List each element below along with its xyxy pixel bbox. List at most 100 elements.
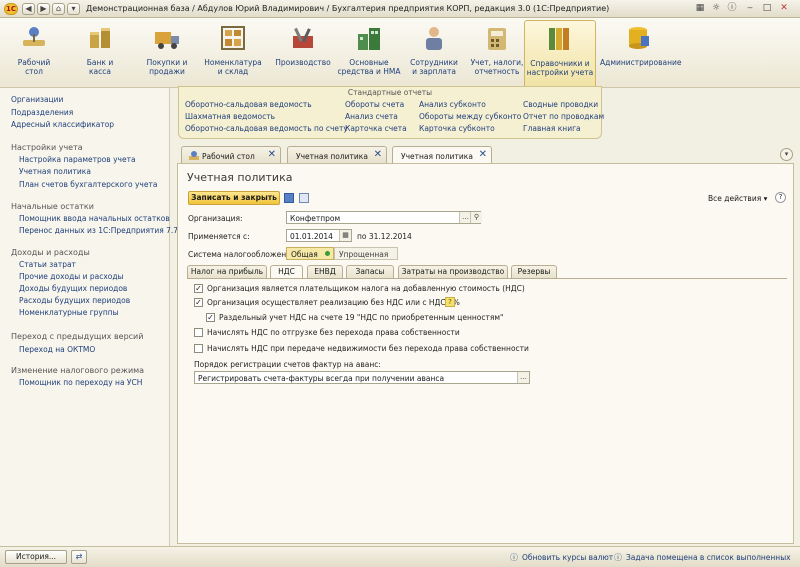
tab-profit-tax[interactable]: Налог на прибыль [187,265,267,278]
report-link[interactable]: Шахматная ведомость [185,112,275,121]
nav-item[interactable]: Настройка параметров учета [19,155,136,164]
nav-departments[interactable]: Подразделения [11,108,73,117]
close-tab-icon[interactable]: ✕ [374,150,382,160]
checkbox-vat-shipment[interactable] [194,328,203,337]
nav-item[interactable]: Доходы будущих периодов [19,284,127,293]
calendar-icon[interactable]: ▦ [692,2,708,15]
section-references[interactable]: Справочники и настройки учета [524,20,596,88]
accounting-policy-form: Учетная политика Записать и закрыть Все … [177,163,794,544]
section-desktop[interactable]: Рабочий стол [6,20,62,86]
connections-icon[interactable]: ⇄ [71,550,87,564]
window-title: Демонстрационная база / Абдулов Юрий Вла… [86,4,610,13]
report-link[interactable]: Отчет по проводкам [523,112,604,121]
tab-production-costs[interactable]: Затраты на производство [398,265,508,278]
invoice-order-field[interactable]: Регистрировать счета-фактуры всегда при … [194,371,530,384]
nav-address-classifier[interactable]: Адресный классификатор [11,120,114,129]
nav-item[interactable]: План счетов бухгалтерского учета [19,180,157,189]
binders-icon [546,25,574,53]
nav-item[interactable]: Номенклатурные группы [19,308,119,317]
section-production[interactable]: Производство [272,20,334,86]
hint-icon[interactable]: ? [445,297,455,307]
back-icon[interactable]: ◀ [22,3,35,15]
nav-item[interactable]: Помощник по переходу на УСН [19,378,142,387]
person-icon [420,24,448,52]
desk-icon [20,24,48,52]
post-icon[interactable] [299,193,309,203]
report-link[interactable]: Анализ счета [345,112,398,121]
report-link[interactable]: Обороты между субконто [419,112,521,121]
report-link[interactable]: Главная книга [523,124,581,133]
tabs-menu-icon[interactable]: ▾ [780,148,793,161]
report-link[interactable]: Анализ субконто [419,100,486,109]
database-icon [624,24,652,52]
select-button[interactable]: … [517,372,529,383]
nav-item[interactable]: Перенос данных из 1С:Предприятия 7.7 [19,226,178,235]
status-message-rates[interactable]: Обновить курсы валют [522,553,613,562]
status-message-task[interactable]: Задача помещена в список выполненных [626,553,791,562]
close-tab-icon[interactable]: ✕ [268,150,276,160]
nav-item[interactable]: Помощник ввода начальных остатков [19,214,170,223]
close-icon[interactable]: ✕ [776,2,792,15]
tax-option-simplified[interactable]: Упрощенная [334,247,398,260]
history-button[interactable]: История... [5,550,67,564]
nav-item[interactable]: Переход на ОКТМО [19,345,95,354]
tax-option-general[interactable]: Общая [286,247,334,260]
nav-group-title: Доходы и расходы [11,248,90,257]
save-icon[interactable] [284,193,294,203]
nav-item[interactable]: Статьи затрат [19,260,76,269]
tab-reserves[interactable]: Резервы [511,265,557,278]
report-link[interactable]: Оборотно-сальдовая ведомость по счету [185,124,348,133]
report-link[interactable]: Карточка субконто [419,124,495,133]
save-close-button[interactable]: Записать и закрыть [188,191,280,205]
tab-accounting-policy[interactable]: Учетная политика ✕ [287,146,387,164]
menu-icon[interactable]: ▾ [67,3,80,15]
minimize-icon[interactable]: ‒ [742,2,758,15]
maximize-icon[interactable]: □ [759,2,775,15]
checkbox-vat-payer[interactable]: ✓ [194,284,203,293]
help-icon[interactable]: ? [775,192,786,203]
calculator-icon [483,24,511,52]
close-tab-icon[interactable]: ✕ [479,150,487,160]
settings-icon[interactable]: ☼ [708,2,724,15]
checkbox-vat-realty[interactable] [194,344,203,353]
info-icon: ⓘ [614,553,622,562]
tab-desktop[interactable]: Рабочий стол ✕ [181,146,281,164]
section-employees[interactable]: Сотрудники и зарплата [404,20,464,86]
checkbox-label: Организация осуществляет реализацию без … [207,298,460,307]
nav-item[interactable]: Учетная политика [19,167,91,176]
status-bar: История... ⇄ ⓘ Обновить курсы валют ⓘ За… [0,546,800,567]
report-link[interactable]: Сводные проводки [523,100,598,109]
section-admin[interactable]: Администрирование [600,20,682,86]
search-icon[interactable]: ⚲ [470,212,482,223]
section-purchases[interactable]: Покупки и продажи [138,20,196,86]
shelves-icon [219,24,247,52]
nav-item[interactable]: Прочие доходы и расходы [19,272,123,281]
home-icon[interactable]: ⌂ [52,3,65,15]
nav-group-title: Переход с предыдущих версий [11,332,144,341]
org-field[interactable]: Конфетпром [286,211,481,224]
nav-group-title: Настройки учета [11,143,83,152]
section-accounting[interactable]: Учет, налоги, отчетность [466,20,528,86]
checkbox-label: Начислять НДС при передаче недвижимости … [207,344,529,353]
tab-envd[interactable]: ЕНВД [307,265,343,278]
report-link[interactable]: Обороты счета [345,100,404,109]
nav-item[interactable]: Расходы будущих периодов [19,296,130,305]
form-title: Учетная политика [187,171,293,184]
applies-from-label: Применяется с: [188,232,250,241]
section-assets[interactable]: Основные средства и НМА [336,20,402,86]
section-bank[interactable]: Банк и касса [72,20,128,86]
report-link[interactable]: Карточка счета [345,124,407,133]
all-actions-menu[interactable]: Все действия ▾ [708,194,767,203]
checkbox-separate-vat[interactable]: ✓ [206,313,215,322]
checkbox-no-vat[interactable]: ✓ [194,298,203,307]
info-icon[interactable]: ⓘ [724,2,740,15]
section-nomenclature[interactable]: Номенклатура и склад [200,20,266,86]
tab-vat[interactable]: НДС [270,265,303,279]
forward-icon[interactable]: ▶ [37,3,50,15]
app-logo: 1С [4,3,18,15]
calendar-icon[interactable]: ▦ [339,230,351,241]
tab-inventory[interactable]: Запасы [346,265,394,278]
nav-organizations[interactable]: Организации [11,95,63,104]
report-link[interactable]: Оборотно-сальдовая ведомость [185,100,312,109]
nav-group-title: Изменение налогового режима [11,366,145,375]
